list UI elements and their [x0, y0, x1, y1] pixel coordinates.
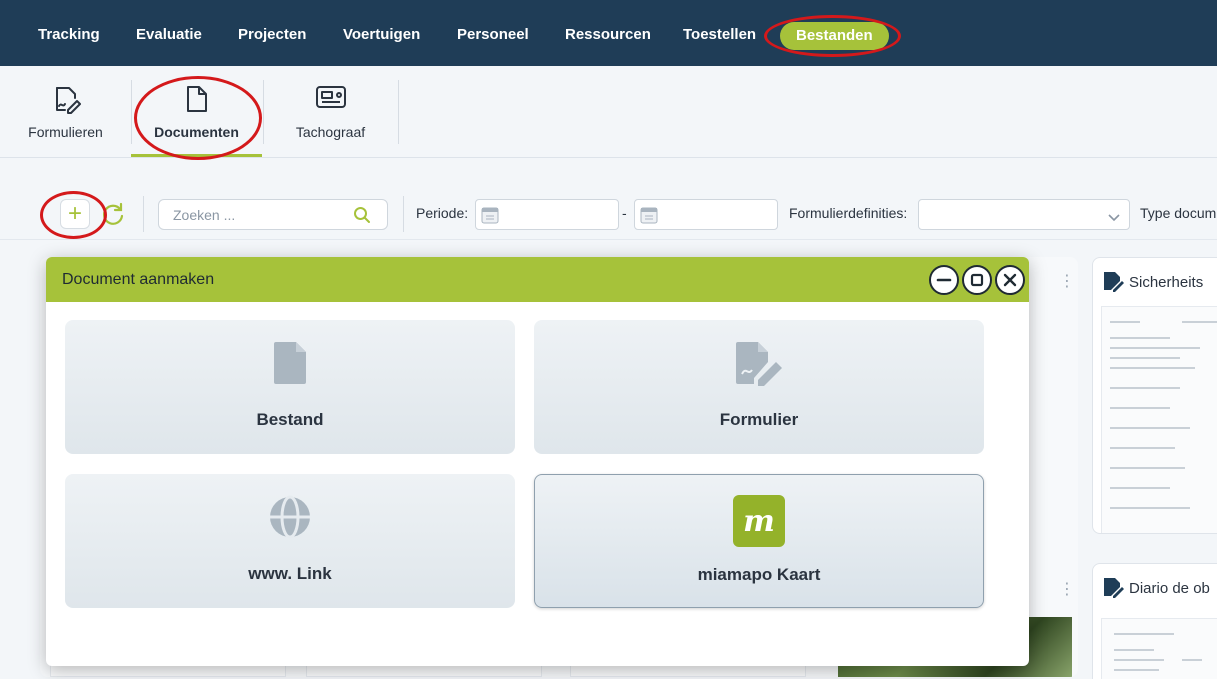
create-document-dialog: Document aanmaken Bestand Formulier www.… — [46, 257, 1029, 666]
globe-icon — [267, 494, 313, 545]
refresh-button[interactable] — [98, 199, 128, 229]
add-button[interactable]: + — [60, 199, 90, 229]
form-edit-icon — [1101, 576, 1125, 605]
divider — [143, 196, 144, 232]
refresh-icon — [102, 202, 124, 225]
divider — [398, 80, 399, 144]
search-input[interactable] — [173, 206, 343, 224]
chevron-down-icon — [1107, 209, 1121, 227]
minimize-button[interactable] — [929, 265, 959, 295]
form-sign-icon — [51, 84, 81, 117]
close-button[interactable] — [995, 265, 1025, 295]
date-from-field[interactable] — [475, 199, 619, 230]
subnav-documenten-label: Documenten — [154, 124, 239, 140]
nav-toestellen[interactable]: Toestellen — [683, 0, 756, 66]
form-edit-icon — [732, 340, 786, 391]
subnav-tachograaf-label: Tachograaf — [295, 124, 366, 140]
card-title: Sicherheits — [1129, 274, 1204, 291]
subnav-formulieren[interactable]: Formulieren — [0, 66, 131, 158]
nav-voertuigen[interactable]: Voertuigen — [343, 0, 420, 66]
date-to-field[interactable] — [634, 199, 778, 230]
calendar-icon[interactable] — [639, 205, 659, 230]
maximize-button[interactable] — [962, 265, 992, 295]
date-separator: - — [622, 205, 627, 221]
nav-personeel[interactable]: Personeel — [457, 0, 529, 66]
kebab-menu-icon[interactable]: ⋮ — [1059, 582, 1075, 598]
form-edit-icon — [1101, 270, 1125, 299]
dialog-header: Document aanmaken — [46, 257, 1029, 302]
periode-label: Periode: — [416, 205, 469, 221]
document-icon — [184, 84, 210, 117]
nav-projecten[interactable]: Projecten — [238, 0, 306, 66]
document-card[interactable]: Diario de ob — [1092, 563, 1217, 679]
nav-evaluatie[interactable]: Evaluatie — [136, 0, 202, 66]
option-miamapo-kaart[interactable]: m miamapo Kaart — [534, 474, 984, 608]
type-document-label: Type docum — [1140, 205, 1217, 221]
nav-bestanden[interactable]: Bestanden — [780, 22, 889, 50]
option-link[interactable]: www. Link — [65, 474, 515, 608]
option-formulier-label: Formulier — [719, 410, 799, 429]
card-title: Diario de ob — [1129, 580, 1210, 597]
dialog-title: Document aanmaken — [62, 271, 215, 288]
subnav-formulieren-label: Formulieren — [28, 124, 103, 140]
kebab-menu-icon[interactable]: ⋮ — [1059, 274, 1075, 290]
document-thumbnail — [1101, 618, 1217, 679]
close-icon — [1003, 273, 1017, 287]
search-box — [158, 199, 388, 230]
formulierdefinities-select[interactable] — [918, 199, 1130, 230]
svg-text:m: m — [743, 504, 775, 539]
tachograph-card-icon — [314, 84, 348, 113]
document-card[interactable]: Sicherheits — [1092, 257, 1217, 534]
nav-tracking[interactable]: Tracking — [38, 0, 100, 66]
calendar-icon[interactable] — [480, 205, 500, 230]
file-icon — [272, 340, 308, 391]
sub-navigation: Formulieren Documenten Tachograaf — [0, 66, 1217, 158]
divider — [403, 196, 404, 232]
search-icon[interactable] — [353, 206, 371, 229]
minimize-icon — [936, 278, 952, 282]
top-navigation: Tracking Evaluatie Projecten Voertuigen … — [0, 0, 1217, 66]
miamapo-logo-icon: m — [733, 495, 785, 552]
option-miamapo-kaart-label: miamapo Kaart — [697, 565, 821, 584]
subnav-documenten[interactable]: Documenten — [131, 66, 262, 158]
option-bestand[interactable]: Bestand — [65, 320, 515, 454]
document-thumbnail — [1101, 306, 1217, 533]
active-tab-indicator — [131, 154, 262, 157]
option-link-label: www. Link — [248, 564, 332, 583]
nav-ressourcen[interactable]: Ressourcen — [565, 0, 651, 66]
formulierdefinities-label: Formulierdefinities: — [789, 205, 908, 221]
option-formulier[interactable]: Formulier — [534, 320, 984, 454]
option-bestand-label: Bestand — [256, 410, 324, 429]
maximize-icon — [970, 273, 984, 287]
subnav-tachograaf[interactable]: Tachograaf — [263, 66, 398, 158]
